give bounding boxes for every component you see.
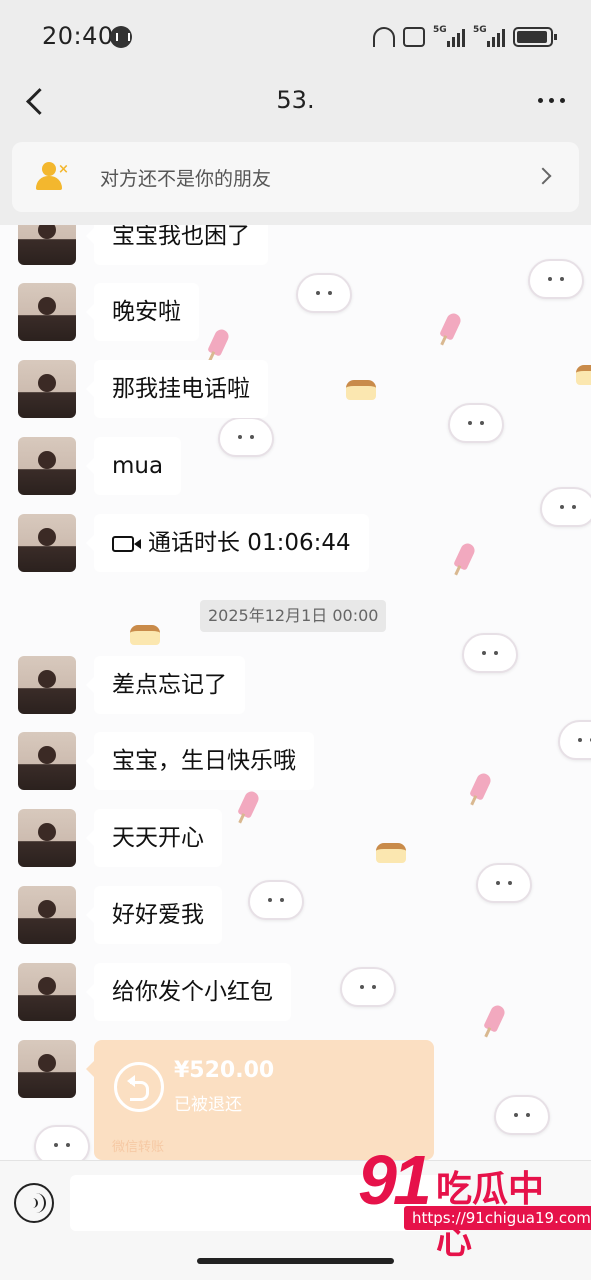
pudding-sticker: [376, 843, 406, 863]
cat-sticker: [540, 487, 591, 527]
status-icons: 5G 5G: [373, 24, 557, 50]
call-duration-bubble[interactable]: 通话时长 01:06:44: [86, 514, 369, 572]
popsicle-sticker: [483, 1003, 507, 1033]
battery-icon: [513, 27, 557, 47]
watermark-logo: 91 吃瓜中心 https://91chigua19.com: [358, 1140, 591, 1262]
message-bubble[interactable]: 天天开心: [86, 809, 222, 867]
contact-avatar[interactable]: [18, 656, 76, 714]
vibrate-icon: [403, 27, 425, 47]
pudding-sticker: [346, 380, 376, 400]
contact-avatar[interactable]: [18, 514, 76, 572]
popsicle-sticker: [207, 327, 231, 357]
popsicle-sticker: [469, 771, 493, 801]
cat-sticker: [558, 720, 591, 760]
not-friend-text: 对方还不是你的朋友: [100, 168, 272, 190]
headphones-icon: [373, 27, 395, 47]
message-bubble[interactable]: mua: [85, 437, 182, 495]
transfer-status: 已被退还: [174, 1095, 242, 1115]
cat-sticker: [494, 1095, 550, 1135]
not-friend-banner[interactable]: × 对方还不是你的朋友: [12, 142, 579, 212]
message-bubble[interactable]: 给你发个小红包: [86, 963, 291, 1021]
transfer-amount: ¥520.00: [174, 1058, 275, 1083]
more-options-icon[interactable]: [538, 98, 565, 103]
home-indicator[interactable]: [197, 1258, 394, 1264]
cat-sticker: [34, 1125, 90, 1160]
cat-sticker: [218, 417, 274, 457]
return-arrow-icon: [114, 1062, 164, 1112]
video-call-icon: [112, 536, 141, 552]
network-label-1: 5G: [433, 25, 447, 35]
chat-title: 53.: [276, 86, 315, 114]
status-time: 20:40: [42, 22, 114, 50]
transfer-source: 微信转账: [112, 1140, 165, 1155]
cat-sticker: [528, 259, 584, 299]
message-bubble[interactable]: 宝宝我也困了: [86, 225, 268, 265]
add-friend-icon: ×: [36, 162, 70, 192]
popsicle-sticker: [439, 311, 463, 341]
voice-input-icon[interactable]: [14, 1183, 54, 1223]
voice-activity-icon: [110, 26, 132, 48]
message-bubble[interactable]: 宝宝，生日快乐哦: [86, 732, 314, 790]
chevron-right-icon: [534, 167, 552, 185]
contact-avatar[interactable]: [18, 283, 76, 341]
popsicle-sticker: [237, 789, 261, 819]
cat-sticker: [476, 863, 532, 903]
contact-avatar[interactable]: [18, 1040, 76, 1098]
popsicle-sticker: [453, 541, 477, 571]
cat-sticker: [340, 967, 396, 1007]
call-duration-text: 通话时长 01:06:44: [148, 530, 351, 556]
signal-icon-2: 5G: [473, 25, 505, 47]
contact-avatar[interactable]: [18, 732, 76, 790]
cat-sticker: [296, 273, 352, 313]
chat-area[interactable]: 宝宝我也困了 晚安啦 那我挂电话啦 mua 通话时长 01:06:44 2025…: [0, 225, 591, 1160]
wechat-chat-screen: 20:40 5G 5G 53. × 对方还不是你的朋友 宝宝我也困了 晚安啦 那…: [0, 0, 591, 1280]
signal-icon-1: 5G: [433, 25, 465, 47]
contact-avatar[interactable]: [18, 437, 76, 495]
pudding-sticker: [130, 625, 160, 645]
network-label-2: 5G: [473, 25, 487, 35]
message-bubble[interactable]: 那我挂电话啦: [86, 360, 268, 418]
cat-sticker: [248, 880, 304, 920]
chat-header: 53.: [0, 72, 591, 132]
contact-avatar[interactable]: [18, 225, 76, 265]
pudding-sticker: [576, 365, 591, 385]
cat-sticker: [462, 633, 518, 673]
message-timestamp: 2025年12月1日 00:00: [200, 600, 387, 632]
contact-avatar[interactable]: [18, 360, 76, 418]
cat-sticker: [448, 403, 504, 443]
message-bubble[interactable]: 差点忘记了: [86, 656, 245, 714]
message-bubble[interactable]: 晚安啦: [86, 283, 199, 341]
status-bar: 20:40 5G 5G: [0, 0, 591, 72]
contact-avatar[interactable]: [18, 886, 76, 944]
contact-avatar[interactable]: [18, 809, 76, 867]
contact-avatar[interactable]: [18, 963, 76, 1021]
watermark-url: https://91chigua19.com: [404, 1206, 591, 1230]
message-bubble[interactable]: 好好爱我: [86, 886, 222, 944]
